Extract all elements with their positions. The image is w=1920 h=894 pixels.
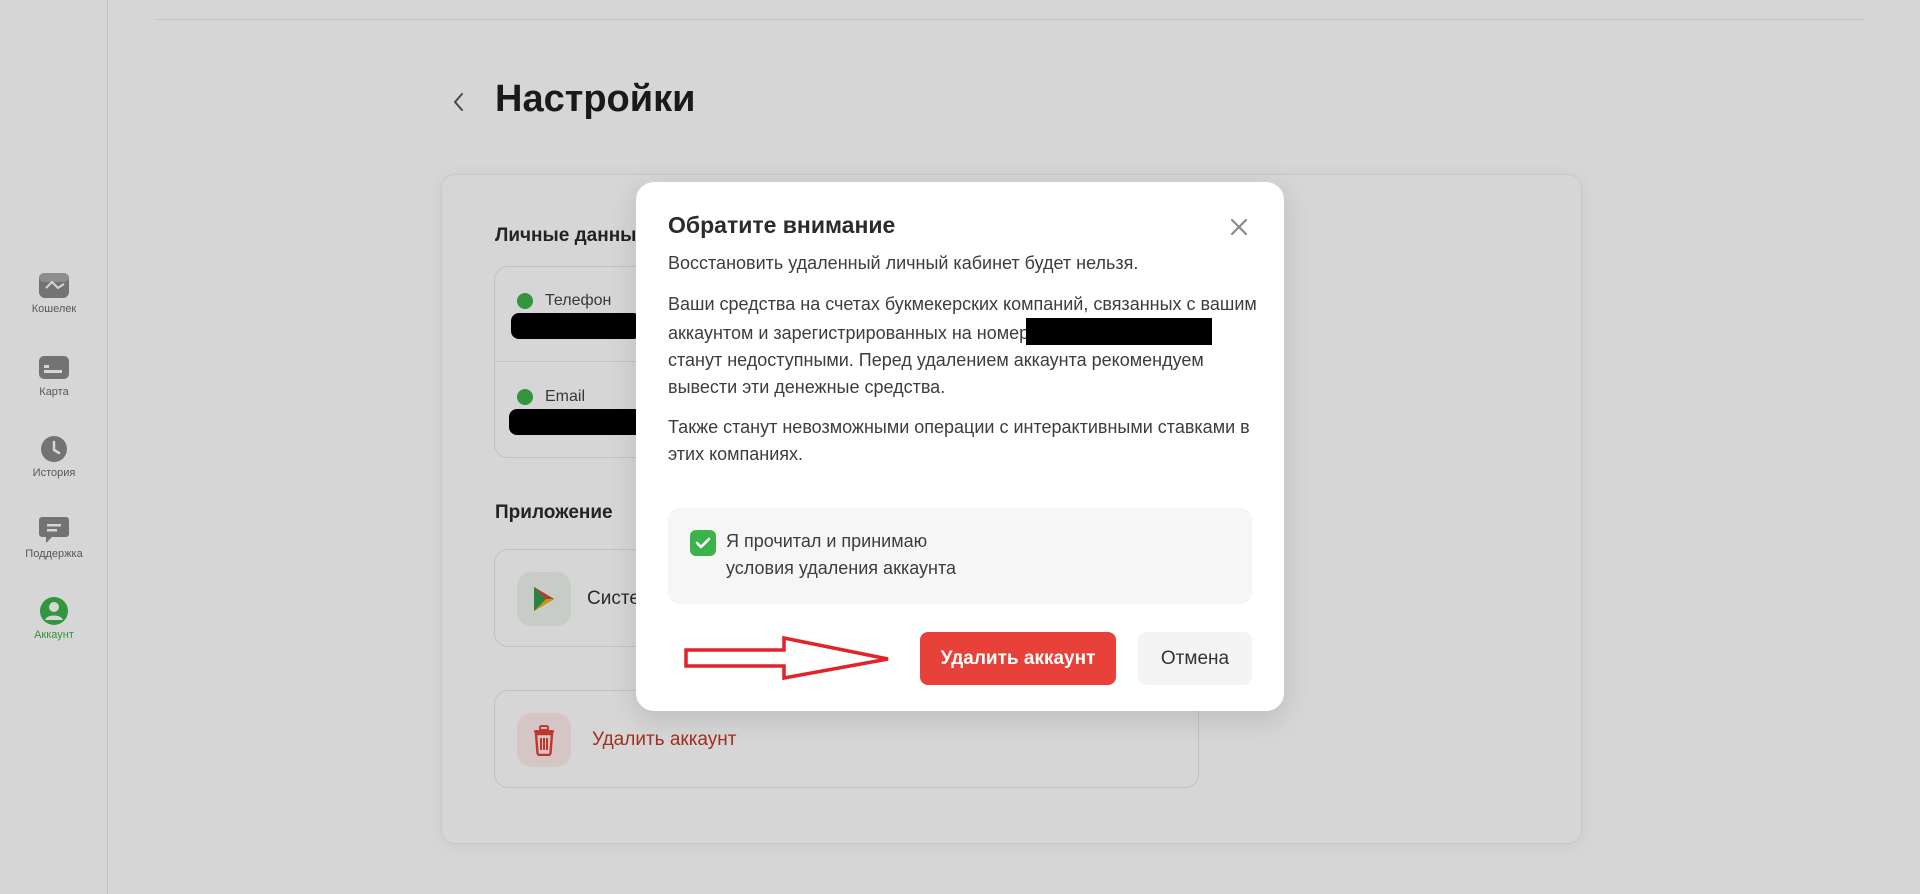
consent-box: Я прочитал и принимаю условия удаления а… [668, 508, 1252, 604]
modal-paragraph-2: Также станут невозможными операции с инт… [668, 417, 1250, 464]
close-button[interactable] [1226, 214, 1252, 240]
consent-line-2: условия удаления аккаунта [726, 558, 957, 578]
consent-checkbox[interactable] [690, 530, 716, 556]
checkmark-icon [695, 537, 711, 549]
modal-paragraph-1-end: станут недоступными. Перед удалением акк… [668, 350, 1204, 397]
consent-label[interactable]: Я прочитал и принимаю условия удаления а… [726, 528, 1146, 582]
phone-number-redacted [1026, 318, 1213, 345]
cancel-button[interactable]: Отмена [1138, 632, 1252, 685]
annotation-arrow-icon [684, 635, 889, 681]
delete-account-button[interactable]: Удалить аккаунт [920, 632, 1116, 685]
consent-line-1: Я прочитал и принимаю [726, 531, 928, 551]
modal-paragraph-1: Ваши средства на счетах букмекерских ком… [668, 291, 1258, 401]
modal-subtitle: Восстановить удаленный личный кабинет бу… [668, 253, 1139, 273]
delete-confirm-modal: Обратите внимание Восстановить удаленный… [636, 182, 1284, 711]
modal-title: Обратите внимание [668, 212, 896, 238]
close-icon [1230, 218, 1248, 236]
